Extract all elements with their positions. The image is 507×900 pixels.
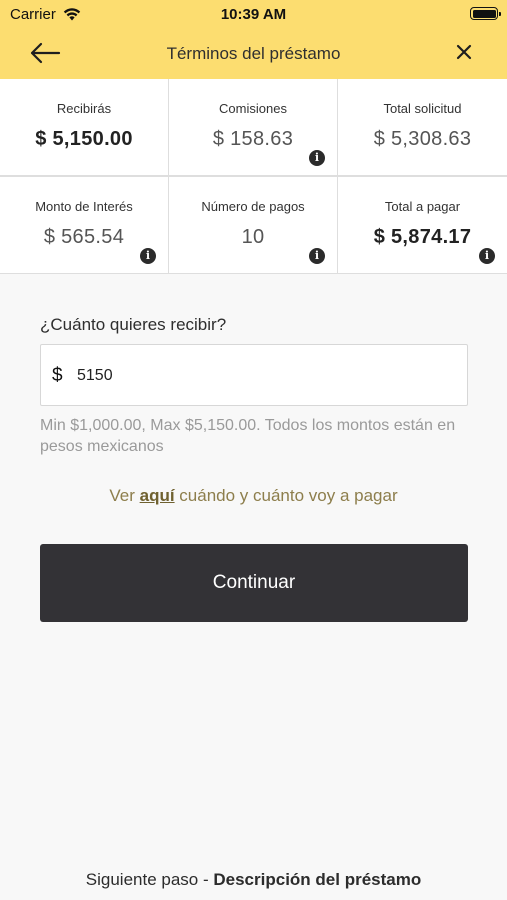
summary-cell-recibiras: Recibirás $ 5,150.00 (0, 79, 168, 175)
summary-value: $ 5,150.00 (35, 128, 133, 150)
summary-label: Total a pagar (384, 199, 461, 214)
summary-label: Número de pagos (201, 199, 305, 214)
header-bar: Carrier 10:39 AM Términos del préstamo (0, 0, 507, 79)
amount-input[interactable] (77, 363, 447, 389)
summary-cell-comisiones: Comisiones $ 158.63 i (169, 79, 337, 175)
info-icon[interactable]: i (140, 248, 156, 264)
summary-value: $ 158.63 (212, 128, 294, 150)
summary-value: $ 565.54 (43, 226, 125, 248)
loan-summary-grid: Recibirás $ 5,150.00 Comisiones $ 158.63… (0, 79, 507, 274)
summary-cell-total-pagar: Total a pagar $ 5,874.17 i (338, 177, 507, 273)
info-icon[interactable]: i (479, 248, 495, 264)
continue-button[interactable]: Continuar (40, 544, 468, 622)
summary-value: $ 5,874.17 (373, 226, 472, 248)
schedule-link-prefix: Ver (109, 486, 140, 505)
summary-cell-monto-interes: Monto de Interés $ 565.54 i (0, 177, 168, 273)
next-step-prefix: Siguiente paso - (85, 870, 214, 889)
payment-schedule-text: Ver aquí cuándo y cuánto voy a pagar (0, 486, 507, 506)
summary-value: $ 5,308.63 (373, 128, 472, 150)
summary-label: Monto de Interés (35, 199, 133, 214)
info-icon[interactable]: i (309, 150, 325, 166)
summary-cell-numero-pagos: Número de pagos 10 i (169, 177, 337, 273)
next-step-footer: Siguiente paso - Descripción del préstam… (0, 870, 507, 890)
summary-label: Recibirás (56, 101, 112, 116)
battery-icon (470, 7, 501, 20)
page-title: Términos del préstamo (166, 44, 341, 63)
status-time: 10:39 AM (220, 6, 287, 23)
schedule-link-suffix: cuándo y cuánto voy a pagar (174, 486, 398, 505)
amount-question: ¿Cuánto quieres recibir? (40, 315, 227, 334)
summary-label: Total solicitud (383, 101, 462, 116)
currency-symbol: $ (52, 365, 63, 386)
next-step-name: Descripción del préstamo (213, 870, 422, 889)
summary-value: 10 (241, 226, 265, 248)
close-icon[interactable] (455, 43, 473, 61)
amount-field[interactable]: $ (40, 344, 468, 406)
status-bar: Carrier 10:39 AM (0, 0, 507, 28)
navigation-bar: Términos del préstamo (0, 28, 507, 79)
summary-cell-total-solicitud: Total solicitud $ 5,308.63 (338, 79, 507, 175)
amount-hint: Min $1,000.00, Max $5,150.00. Todos los … (40, 417, 456, 455)
info-icon[interactable]: i (309, 248, 325, 264)
schedule-link[interactable]: aquí (140, 486, 175, 505)
summary-label: Comisiones (219, 101, 287, 116)
